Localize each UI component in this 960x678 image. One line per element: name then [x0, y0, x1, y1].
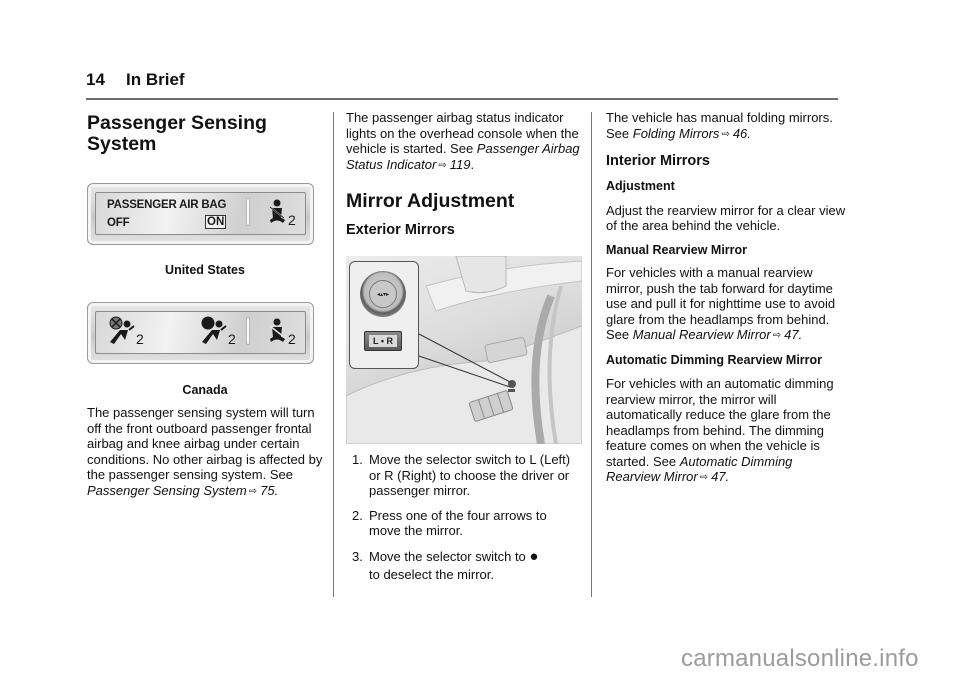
watermark: carmanualsonline.info — [681, 645, 919, 672]
page-number: 14 — [86, 70, 105, 89]
page-ref[interactable]: 47 — [784, 327, 798, 342]
four-way-arrows-icon: ◂▴▾▸ — [369, 280, 397, 308]
page-header: 14 In Brief — [86, 70, 185, 90]
header-rule — [86, 98, 838, 100]
auto-dimming-paragraph: For vehicles with an automatic dimming r… — [606, 376, 834, 484]
panel-label-airbag: PASSENGER AIR BAG — [107, 199, 227, 211]
folding-mirrors-paragraph: The vehicle has manual folding mirrors. … — [606, 110, 833, 141]
deselect-dot-icon: ● — [529, 547, 539, 565]
mirror-control-inset: ◂▴▾▸ L • R — [349, 261, 419, 369]
link-folding-mirrors[interactable]: Folding Mirrors — [633, 126, 720, 141]
column-divider-2 — [591, 112, 592, 597]
list-item: 1. Move the selector switch to L (Left) o… — [352, 452, 571, 498]
panel-separator — [246, 317, 250, 345]
seatbelt-reminder-icon — [269, 318, 285, 342]
column-3: The vehicle has manual folding mirrors. … — [606, 110, 846, 486]
airbag-off-icon — [109, 316, 135, 344]
link-passenger-sensing-system[interactable]: Passenger Sensing System — [87, 483, 247, 498]
panel-subscript: 2 — [136, 331, 144, 347]
panel-subscript: 2 — [288, 331, 296, 347]
caption-united-states: United States — [165, 263, 245, 277]
arrow-right-icon: ⇨ — [699, 472, 709, 483]
interior-mirrors-title: Interior Mirrors — [606, 153, 710, 169]
mirror-adjust-knob[interactable]: ◂▴▾▸ — [360, 271, 406, 317]
column-2: The passenger airbag status indicator li… — [346, 110, 582, 593]
indicator-panel-canada: 2 2 2 — [87, 302, 314, 364]
passenger-sensing-paragraph: The passenger sensing system will turn o… — [87, 405, 323, 498]
list-item: 3. Move the selector switch to ● to desele… — [352, 547, 539, 582]
list-item: 2. Press one of the four arrows to move t… — [352, 507, 547, 539]
adjustment-paragraph: Adjust the rearview mirror for a clear v… — [606, 202, 846, 234]
arrow-right-icon: ⇨ — [772, 330, 782, 341]
column-1: Passenger Sensing System PASSENGER AIR B… — [87, 106, 323, 499]
indicator-panel-us: PASSENGER AIR BAG OFF ON 2 — [87, 183, 314, 245]
exterior-mirrors-title: Exterior Mirrors — [346, 222, 455, 238]
seatbelt-reminder-icon — [269, 199, 285, 223]
auto-dimming-title: Automatic Dimming Rearview Mirror — [606, 352, 823, 367]
link-manual-rearview-mirror[interactable]: Manual Rearview Mirror — [633, 327, 771, 342]
page-ref[interactable]: 119 — [450, 157, 471, 172]
mirror-selector-switch[interactable]: L • R — [364, 331, 402, 351]
page-ref[interactable]: 75 — [260, 483, 274, 498]
manual-rearview-paragraph: For vehicles with a manual rearview mirr… — [606, 265, 836, 342]
selector-label: L • R — [369, 335, 397, 347]
arrow-right-icon: ⇨ — [721, 128, 730, 140]
manual-rearview-title: Manual Rearview Mirror — [606, 242, 748, 257]
panel-label-off: OFF — [107, 217, 130, 229]
panel-subscript: 2 — [288, 212, 296, 228]
mirror-control-figure: ◂▴▾▸ L • R — [346, 256, 582, 444]
column-divider-1 — [333, 112, 334, 597]
section-name: In Brief — [126, 70, 185, 89]
mirror-adjustment-title: Mirror Adjustment — [346, 190, 515, 212]
page-ref[interactable]: 47 — [711, 469, 725, 484]
arrow-right-icon: ⇨ — [438, 159, 447, 171]
caption-canada: Canada — [182, 383, 228, 397]
panel-subscript: 2 — [228, 331, 236, 347]
passenger-sensing-title: Passenger Sensing System — [87, 112, 267, 155]
arrow-right-icon: ⇨ — [248, 485, 258, 497]
adjustment-title: Adjustment — [606, 179, 675, 193]
airbag-on-icon — [201, 316, 227, 344]
airbag-status-paragraph: The passenger airbag status indicator li… — [346, 110, 580, 172]
panel-label-on: ON — [205, 215, 227, 229]
panel-separator — [246, 198, 250, 226]
mirror-steps-list: 1. Move the selector switch to L (Left) o… — [346, 452, 582, 584]
page-ref[interactable]: 46 — [733, 126, 747, 141]
